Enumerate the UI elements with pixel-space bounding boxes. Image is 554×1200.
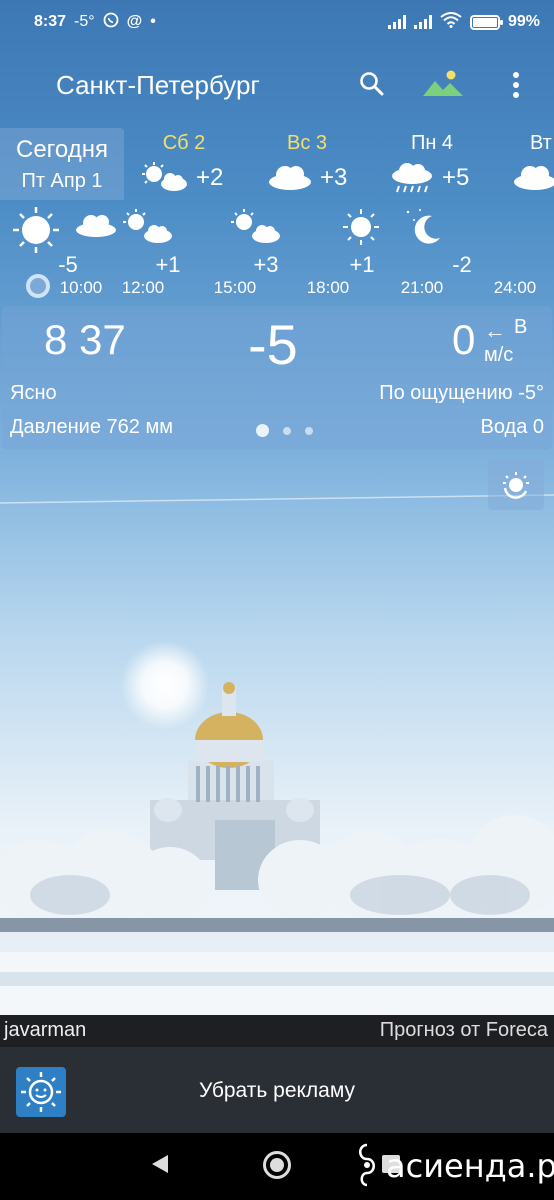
contrail-line bbox=[0, 494, 554, 504]
dot-icon: • bbox=[150, 13, 156, 30]
day-temp: +3 bbox=[320, 164, 348, 191]
wifi-icon bbox=[440, 11, 462, 33]
day-name: Вт bbox=[530, 132, 552, 154]
tab-today-label: Сегодня bbox=[16, 136, 108, 163]
water-temperature: Вода 0 bbox=[480, 416, 545, 438]
day-name: Вс 3 bbox=[286, 132, 328, 154]
sun-cloud-icon bbox=[230, 208, 282, 249]
day-temp: +2 bbox=[196, 164, 224, 191]
current-conditions-panel[interactable]: 8 37 -5 0 ← В м/с Ясно По ощущению -5° Д… bbox=[2, 306, 552, 450]
tab-day-mon[interactable]: Пн 4 +5 bbox=[362, 128, 502, 200]
landscape-image-icon[interactable] bbox=[421, 68, 465, 100]
site-watermark: асиенда.ру bbox=[350, 1137, 554, 1197]
hourly-time: 10:00 bbox=[59, 278, 103, 297]
hourly-temp: +1 bbox=[155, 252, 181, 277]
search-icon[interactable] bbox=[358, 70, 386, 98]
photo-author[interactable]: javarman bbox=[4, 1019, 86, 1042]
cloud-icon bbox=[512, 162, 554, 195]
weather-effect-button[interactable] bbox=[488, 460, 544, 510]
page-dot bbox=[283, 426, 291, 435]
at-sign-icon: @ bbox=[126, 13, 143, 30]
watermark-text: асиенда.ру bbox=[386, 1147, 554, 1185]
page-indicator bbox=[256, 424, 313, 437]
tab-day-tue[interactable]: Вт bbox=[500, 128, 554, 200]
hourly-time: 18:00 bbox=[306, 278, 350, 297]
sun-cloud-icon bbox=[122, 208, 174, 249]
cloud-icon bbox=[74, 210, 118, 243]
weather-condition: Ясно bbox=[10, 382, 57, 404]
day-tabs: Сегодня Пт Апр 1 Сб 2 +2 Вс 3 +3 Пн 4 +5… bbox=[0, 128, 554, 200]
battery-level bbox=[472, 17, 497, 27]
watermark-logo-icon bbox=[354, 1141, 380, 1196]
remove-ads-label[interactable]: Убрать рекламу bbox=[0, 1079, 554, 1103]
rain-cloud-icon bbox=[390, 162, 434, 201]
wind-speed: 0 bbox=[452, 316, 476, 363]
whatsapp-icon bbox=[103, 12, 119, 33]
status-time: 8:37 bbox=[34, 13, 67, 30]
hourly-time: 15:00 bbox=[213, 278, 257, 297]
cloud-icon bbox=[267, 162, 313, 195]
day-name: Пн 4 bbox=[410, 132, 454, 154]
sun-cloud-icon bbox=[140, 162, 190, 197]
hourly-temp: -2 bbox=[452, 252, 472, 277]
page-dot bbox=[305, 426, 313, 435]
wind-unit: м/с bbox=[484, 344, 514, 366]
hourly-temp: -5 bbox=[58, 252, 78, 277]
pressure: Давление 762 мм bbox=[10, 416, 173, 438]
status-bar: 8:37 -5° @ • 99% bbox=[0, 0, 554, 44]
hourly-temp: +3 bbox=[253, 252, 279, 277]
credits-bar: javarman Прогноз от Foreca bbox=[0, 1015, 554, 1047]
day-name: Сб 2 bbox=[162, 132, 206, 154]
battery-percent: 99% bbox=[507, 13, 540, 30]
forecast-provider[interactable]: Прогноз от Foreca bbox=[380, 1019, 548, 1042]
more-options-icon[interactable] bbox=[506, 70, 526, 100]
app-bar: Санкт-Петербург bbox=[0, 50, 554, 120]
home-icon[interactable] bbox=[263, 1151, 291, 1179]
hourly-temp: +1 bbox=[349, 252, 375, 277]
signal-2-icon bbox=[413, 15, 432, 29]
feels-like: По ощущению -5° bbox=[379, 382, 544, 404]
tab-day-sun[interactable]: Вс 3 +3 bbox=[237, 128, 377, 200]
tab-today-date: Пт Апр 1 bbox=[21, 170, 103, 192]
wind-direction-arrow-icon: ← bbox=[484, 318, 506, 343]
current-temperature: -5 bbox=[248, 313, 298, 376]
back-icon[interactable] bbox=[150, 1153, 170, 1180]
sun-effect-icon bbox=[502, 471, 530, 504]
city-scene bbox=[0, 682, 554, 1015]
status-temp: -5° bbox=[74, 13, 95, 30]
hourly-time: 12:00 bbox=[121, 278, 165, 297]
signal-1-icon bbox=[387, 15, 406, 29]
sun-icon bbox=[342, 208, 380, 251]
hourly-time: 24:00 bbox=[493, 278, 537, 297]
wind-direction: В bbox=[514, 316, 528, 338]
city-title[interactable]: Санкт-Петербург bbox=[56, 70, 260, 101]
moon-icon bbox=[402, 206, 446, 251]
tab-day-sat[interactable]: Сб 2 +2 bbox=[114, 128, 254, 200]
battery-icon bbox=[469, 14, 503, 30]
page-dot bbox=[256, 424, 269, 437]
hourly-time: 21:00 bbox=[400, 278, 444, 297]
current-time: 8 37 bbox=[44, 316, 126, 363]
hourly-forecast: -5 +1 +3 +1 -2 10:00 12:00 15:00 18:00 2… bbox=[0, 200, 554, 300]
day-temp: +5 bbox=[442, 164, 470, 191]
tab-today[interactable]: Сегодня Пт Апр 1 bbox=[0, 128, 124, 200]
remove-ads-bar[interactable]: Убрать рекламу bbox=[0, 1047, 554, 1133]
